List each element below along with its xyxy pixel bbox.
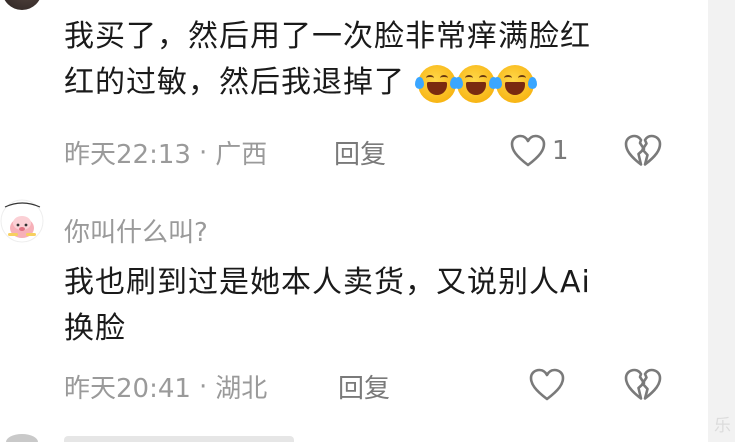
location: 湖北 (215, 374, 268, 404)
like-button[interactable] (528, 368, 566, 402)
like-count: 1 (552, 136, 569, 166)
dislike-button[interactable] (624, 134, 662, 168)
avatar[interactable] (6, 434, 38, 442)
next-comment-partial (64, 436, 294, 442)
face-with-tears-of-joy-icon (453, 64, 498, 103)
comment-text-line: 我买了，然后用了一次脸非常痒满脸红 (64, 19, 591, 54)
timestamp: 昨天22:13 (64, 140, 191, 170)
meta-separator: · (198, 137, 208, 168)
comment-body: 我买了，然后用了一次脸非常痒满脸红 红的过敏，然后我退掉了 (64, 14, 684, 106)
location: 广西 (215, 140, 268, 170)
comment-meta: 昨天20:41 · 湖北 (64, 368, 267, 405)
timestamp: 昨天20:41 (64, 374, 191, 404)
username[interactable]: 你叫什么叫? (64, 212, 208, 249)
avatar[interactable] (2, 0, 42, 10)
emoji-group (414, 64, 537, 103)
comment-text-line-2: 红的过敏，然后我退掉了 (64, 60, 684, 106)
face-with-tears-of-joy-icon (492, 64, 537, 103)
comment-text-line-content: 红的过敏，然后我退掉了 (64, 65, 405, 100)
reply-button[interactable]: 回复 (334, 134, 386, 171)
comment-text-line-2: 换脸 (64, 311, 126, 346)
meta-separator: · (198, 371, 208, 402)
comment-text-line: 我也刷到过是她本人卖货，又说别人Ai (64, 265, 591, 300)
right-edge: 乐 (708, 0, 735, 442)
heart-icon (528, 368, 566, 402)
comment-meta: 昨天22:13 · 广西 (64, 134, 267, 171)
comment-list: 我买了，然后用了一次脸非常痒满脸红 红的过敏，然后我退掉了 昨天22:13 · … (0, 0, 735, 442)
watermark-mark: 乐 (714, 416, 731, 436)
broken-heart-icon (624, 368, 662, 402)
reply-button[interactable]: 回复 (338, 368, 390, 405)
face-with-tears-of-joy-icon (414, 64, 459, 103)
comment-body: 我也刷到过是她本人卖货，又说别人Ai 换脸 (64, 260, 684, 352)
dislike-button[interactable] (624, 368, 662, 402)
broken-heart-icon (624, 134, 662, 168)
like-button[interactable]: 1 (510, 134, 569, 168)
avatar[interactable] (0, 195, 44, 247)
heart-icon (510, 134, 546, 168)
